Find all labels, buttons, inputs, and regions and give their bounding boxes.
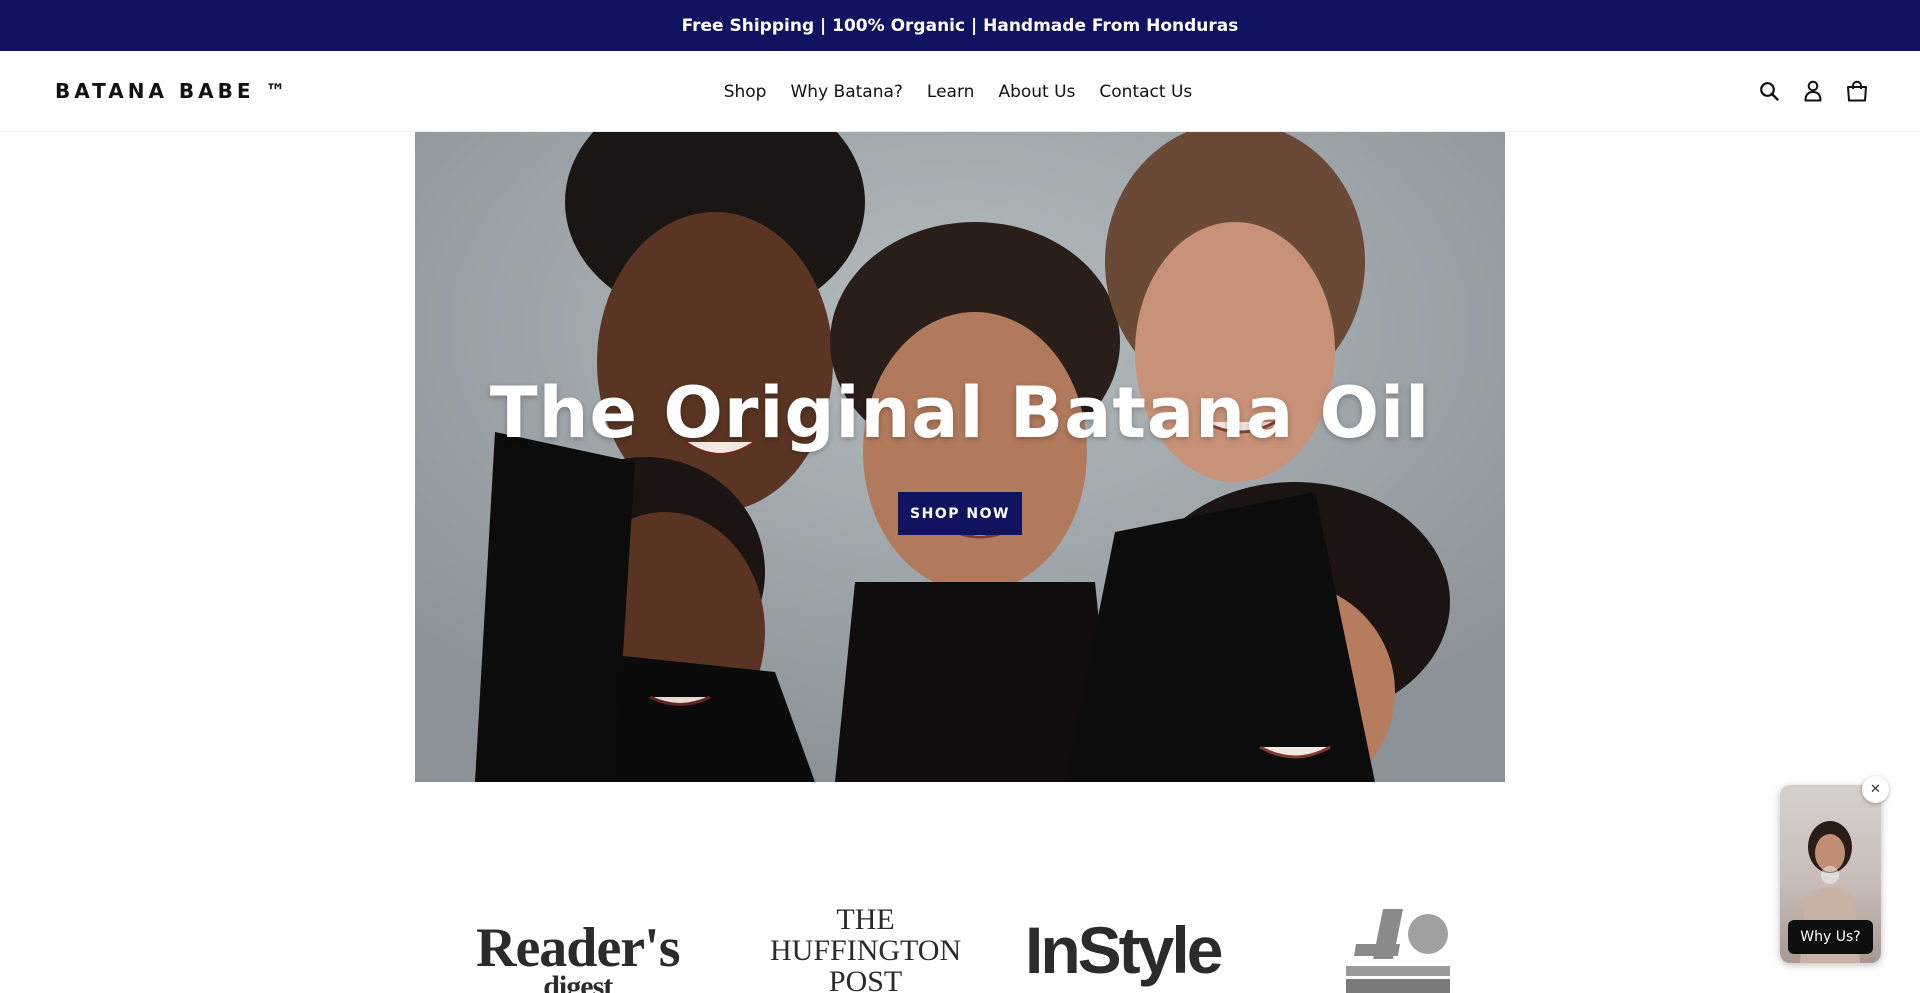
announcement-bar: Free Shipping | 100% Organic | Handmade … xyxy=(0,0,1920,51)
announcement-text: Free Shipping | 100% Organic | Handmade … xyxy=(681,15,1239,36)
press-logo-huffington-post: THE HUFFINGTON POST xyxy=(770,903,962,993)
account-icon[interactable] xyxy=(1802,79,1824,103)
why-us-button[interactable]: Why Us? xyxy=(1788,920,1873,954)
press-logos: Reader's digest THE HUFFINGTON POST InSt… xyxy=(0,882,1920,993)
site-logo[interactable]: BATANA BABE ™ xyxy=(55,79,290,103)
site-header: BATANA BABE ™ Shop Why Batana? Learn Abo… xyxy=(0,51,1920,132)
press-logo-wsmv-nbc xyxy=(1338,904,1458,993)
nav-item-why-batana[interactable]: Why Batana? xyxy=(790,78,902,106)
nav-item-contact-us[interactable]: Contact Us xyxy=(1099,78,1192,106)
hero-content: The Original Batana Oil SHOP NOW xyxy=(415,132,1505,782)
search-icon[interactable] xyxy=(1758,79,1780,103)
hero-title: The Original Batana Oil xyxy=(489,372,1431,454)
press-logo-readers-digest: Reader's digest xyxy=(476,917,681,993)
hero-banner: The Original Batana Oil SHOP NOW xyxy=(415,132,1505,782)
cart-icon[interactable] xyxy=(1846,79,1868,103)
nav-item-learn[interactable]: Learn xyxy=(927,78,975,106)
close-icon[interactable]: ✕ xyxy=(1862,776,1889,803)
header-icons xyxy=(1758,79,1868,103)
video-widget[interactable]: Why Us? xyxy=(1780,785,1881,963)
shop-now-button[interactable]: SHOP NOW xyxy=(898,492,1022,535)
nav-item-shop[interactable]: Shop xyxy=(724,78,767,106)
press-logo-instyle: InStyle xyxy=(1025,913,1223,987)
nav-item-about-us[interactable]: About Us xyxy=(998,78,1075,106)
